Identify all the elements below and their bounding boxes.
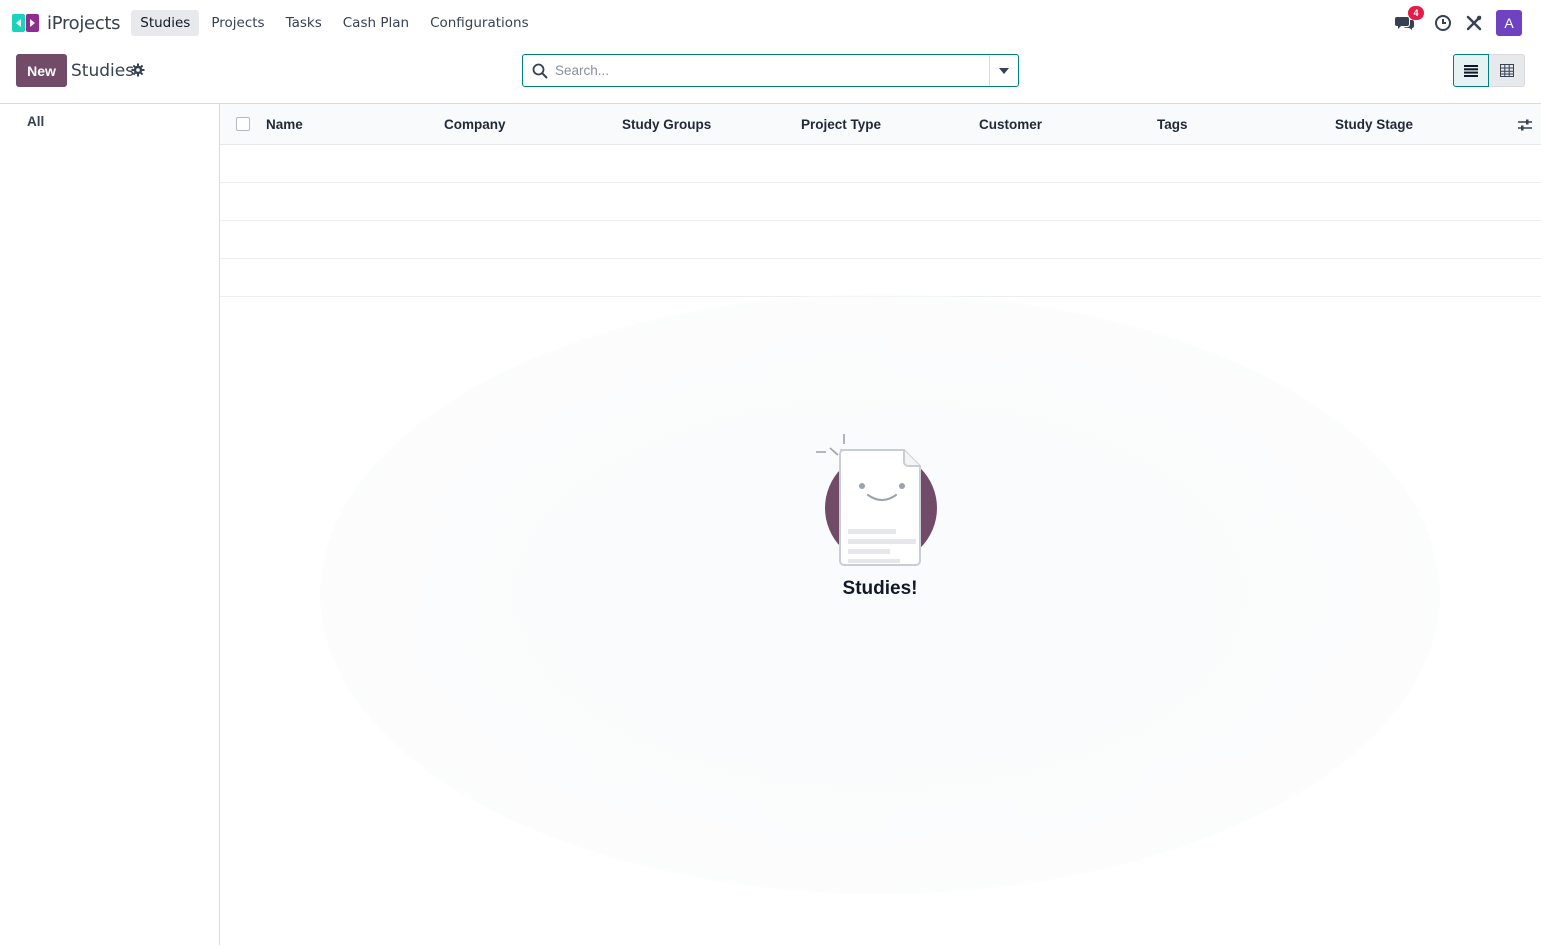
- search-bar: [522, 54, 1019, 87]
- sliders-icon: [1518, 119, 1532, 131]
- column-header-name[interactable]: Name: [266, 117, 303, 132]
- empty-state-title: Studies!: [842, 578, 918, 599]
- menu-item-projects[interactable]: Projects: [202, 10, 273, 36]
- search-icon: [532, 63, 548, 78]
- column-header-customer[interactable]: Customer: [979, 117, 1042, 132]
- search-input[interactable]: [555, 63, 989, 78]
- messages-count-badge: 4: [1408, 6, 1424, 20]
- column-header-project-type[interactable]: Project Type: [801, 117, 881, 132]
- table-grid-icon: [1499, 64, 1514, 77]
- app-brand[interactable]: iProjects: [12, 0, 121, 46]
- tools-icon: [1466, 15, 1482, 31]
- menu-item-cash-plan[interactable]: Cash Plan: [334, 10, 418, 36]
- systray: 4 A: [1387, 6, 1522, 37]
- list-view: Name Company Study Groups Project Type C…: [220, 104, 1541, 945]
- column-header-tags[interactable]: Tags: [1157, 117, 1188, 132]
- table-row: [220, 183, 1541, 221]
- debug-tools-button[interactable]: [1461, 10, 1487, 36]
- column-header-company[interactable]: Company: [444, 117, 506, 132]
- smiling-document-illustration: [816, 434, 937, 566]
- table-row: [220, 145, 1541, 183]
- table-row: [220, 221, 1541, 259]
- list-view-button[interactable]: [1453, 54, 1489, 87]
- app-logo-icon: [12, 12, 40, 34]
- grid-view-button[interactable]: [1489, 54, 1525, 87]
- table-row: [220, 259, 1541, 297]
- new-button[interactable]: New: [16, 54, 67, 87]
- app-name: iProjects: [47, 12, 121, 34]
- view-switcher: [1453, 54, 1525, 87]
- user-avatar[interactable]: A: [1496, 10, 1522, 36]
- column-header-study-groups[interactable]: Study Groups: [622, 117, 711, 132]
- page-title: Studies: [71, 61, 135, 81]
- menu-item-studies[interactable]: Studies: [131, 10, 200, 36]
- list-view-icon: [1464, 64, 1478, 77]
- messages-button[interactable]: 4: [1392, 6, 1424, 36]
- caret-down-icon: [999, 67, 1009, 74]
- optional-columns-toggle[interactable]: [1517, 117, 1533, 133]
- clock-icon: [1435, 15, 1451, 31]
- empty-state-helper: Studies!: [810, 429, 950, 600]
- column-header-study-stage[interactable]: Study Stage: [1335, 117, 1413, 132]
- menu-item-configurations[interactable]: Configurations: [421, 10, 538, 36]
- gear-icon[interactable]: [131, 63, 145, 77]
- control-panel: New Studies: [0, 46, 1541, 104]
- table-header: Name Company Study Groups Project Type C…: [220, 104, 1541, 145]
- search-options-toggle[interactable]: [989, 55, 1018, 86]
- top-navbar: iProjects Studies Projects Tasks Cash Pl…: [0, 0, 1541, 46]
- menu-item-tasks[interactable]: Tasks: [277, 10, 331, 36]
- select-all-checkbox[interactable]: [236, 117, 250, 131]
- sidebar-item-all[interactable]: All: [27, 114, 44, 129]
- activity-button[interactable]: [1430, 10, 1456, 36]
- main-menu: Studies Projects Tasks Cash Plan Configu…: [131, 10, 540, 36]
- sidebar-panel: All: [0, 104, 220, 945]
